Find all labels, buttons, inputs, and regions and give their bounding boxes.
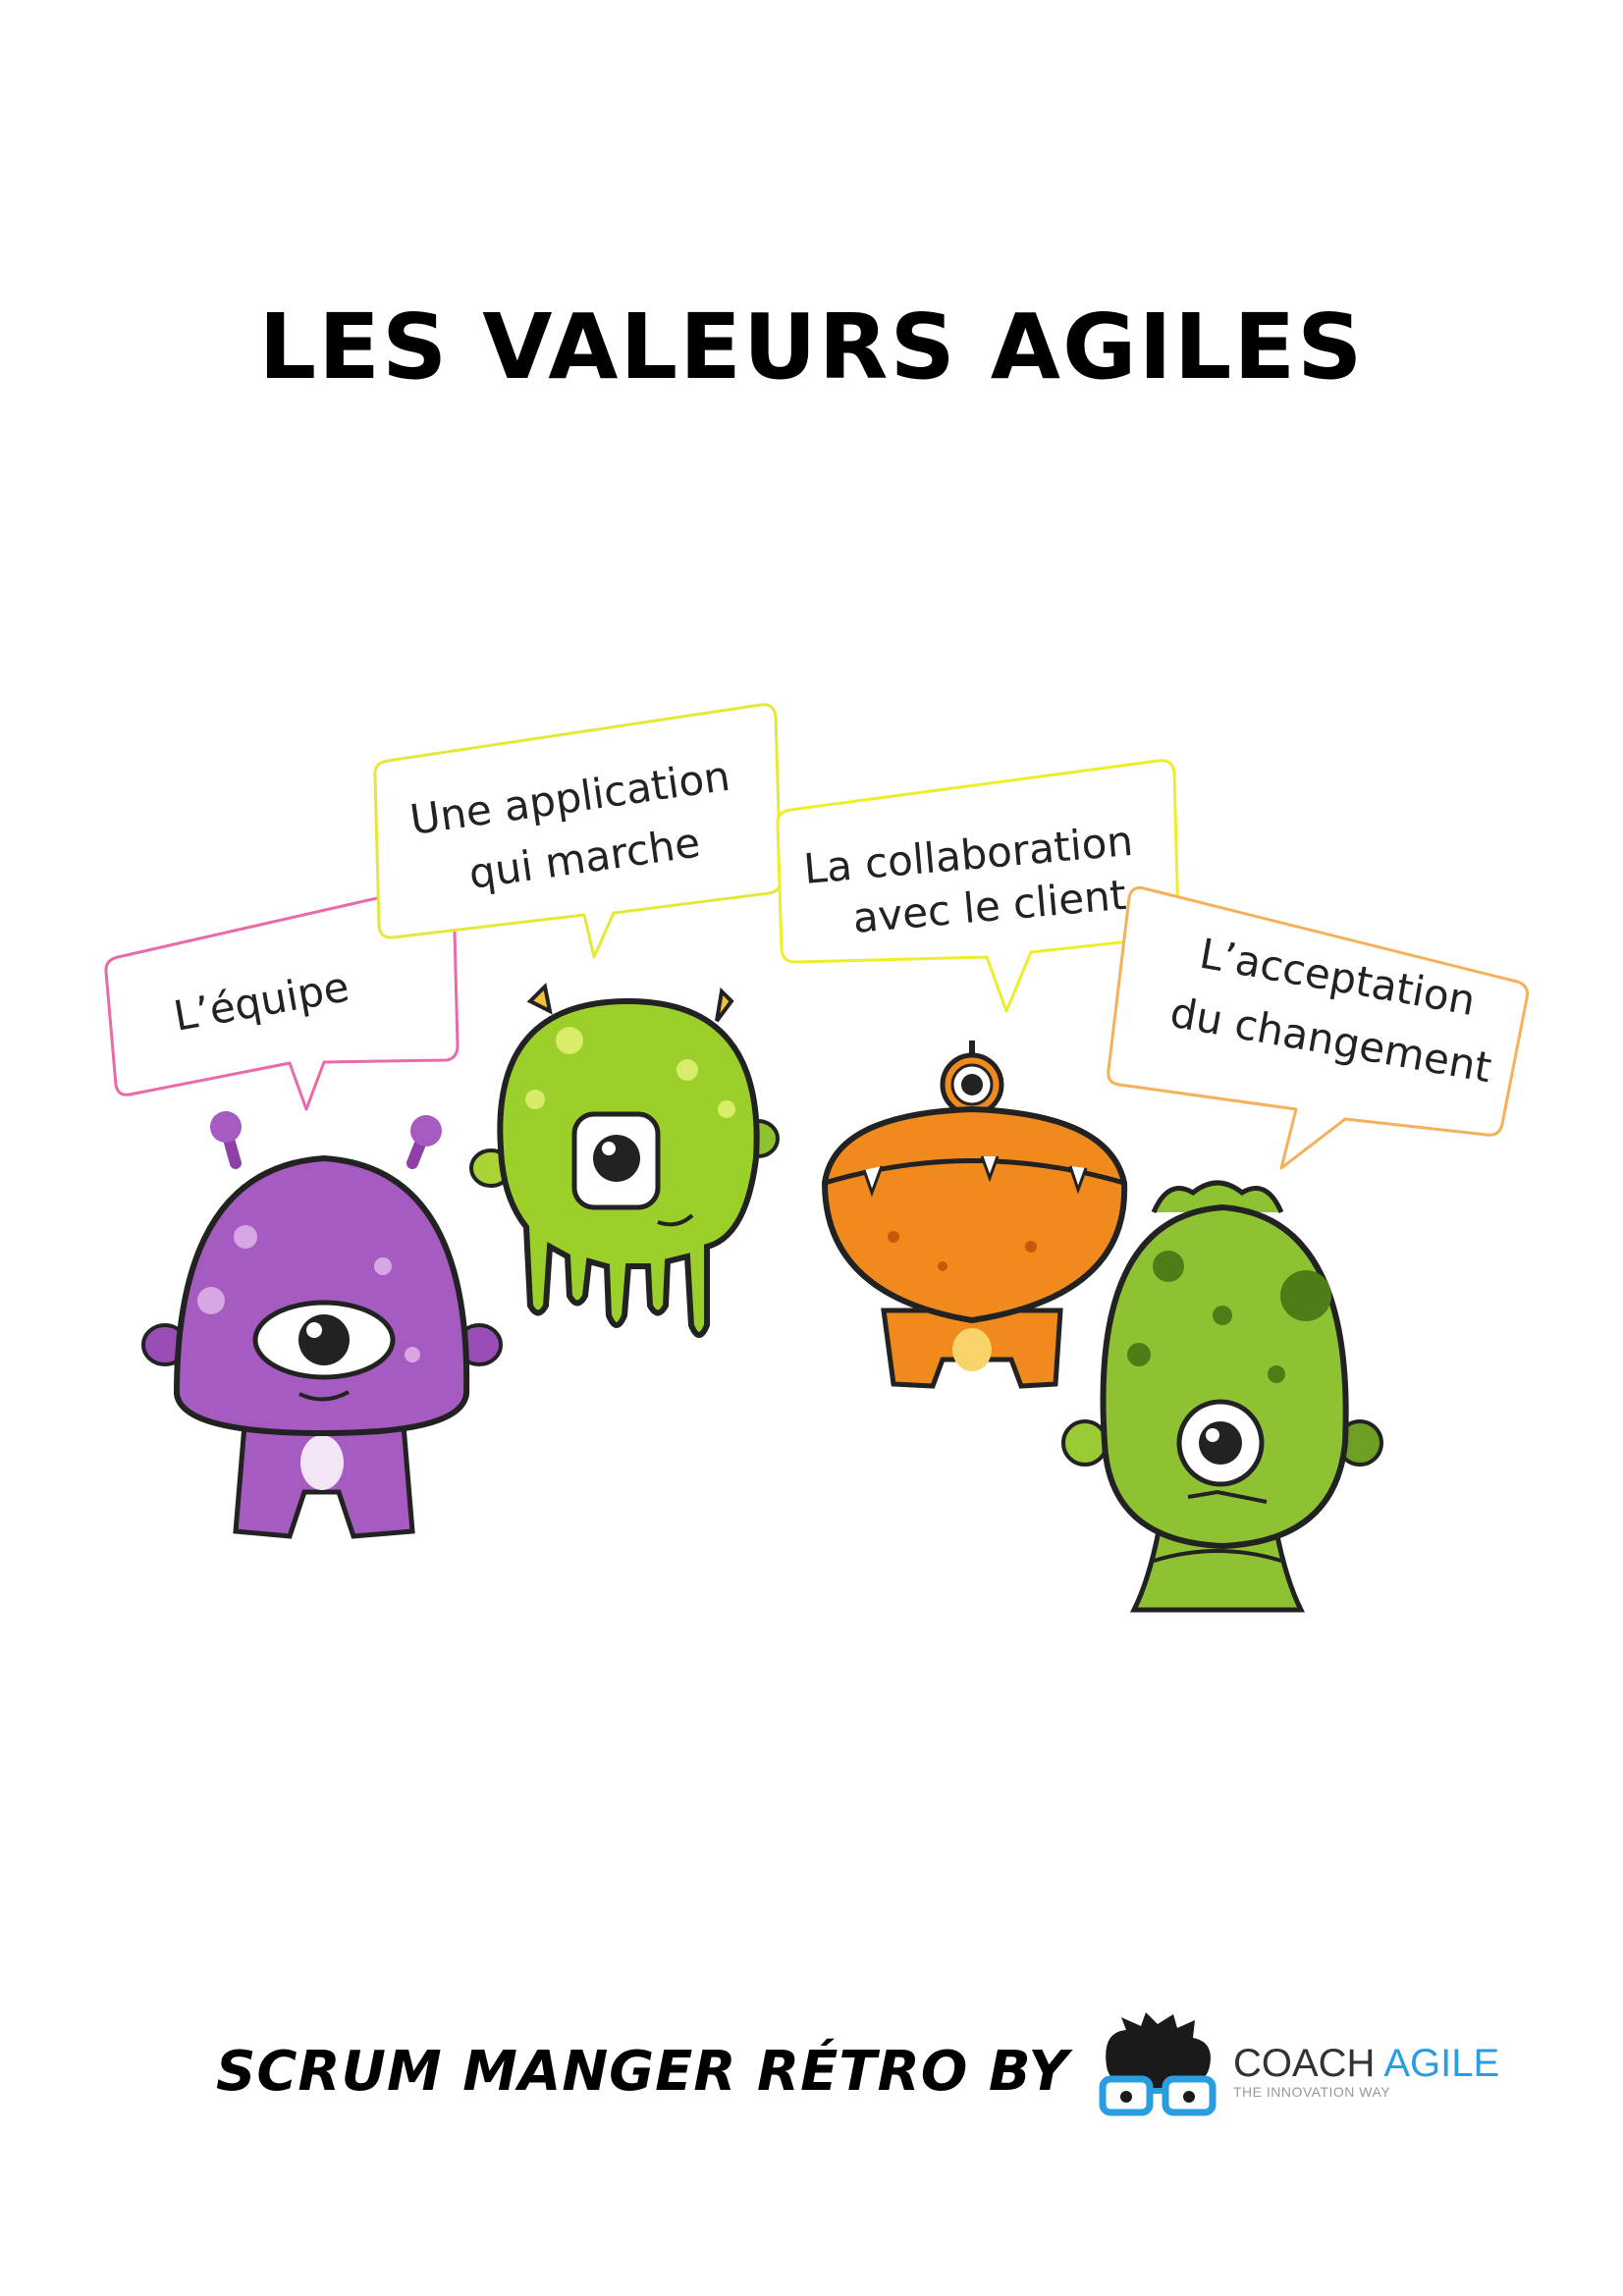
- speech-bubble-changement: L’acceptation du changement: [1107, 886, 1529, 1170]
- illustration: L’équipe Une application qui marche La c…: [104, 703, 1529, 1613]
- orange-monster-icon: [821, 1041, 1128, 1389]
- logo-words: COACH AGILE THE INNOVATION WAY: [1233, 2043, 1499, 2100]
- lime-monster-icon: [469, 982, 780, 1338]
- logo-tagline: THE INNOVATION WAY: [1232, 2084, 1391, 2100]
- speech-bubble-application: Une application qui marche: [373, 703, 783, 959]
- coach-agile-logo[interactable]: COACH AGILE THE INNOVATION WAY: [1097, 2012, 1499, 2130]
- purple-monster-icon: [141, 1111, 503, 1539]
- speech-bubble-collaboration: La collaboration avec le client: [776, 759, 1180, 1013]
- footer-text: SCRUM MANGER RÉTRO BY: [216, 2039, 1069, 2104]
- coach-face-icon: [1099, 2012, 1217, 2116]
- logo-name: COACH AGILE: [1233, 2043, 1499, 2084]
- footer: SCRUM MANGER RÉTRO BY COACH AGILE THE IN…: [216, 2007, 1499, 2135]
- logo-name-accent: AGILE: [1383, 2042, 1500, 2085]
- logo-name-main: COACH: [1232, 2042, 1384, 2085]
